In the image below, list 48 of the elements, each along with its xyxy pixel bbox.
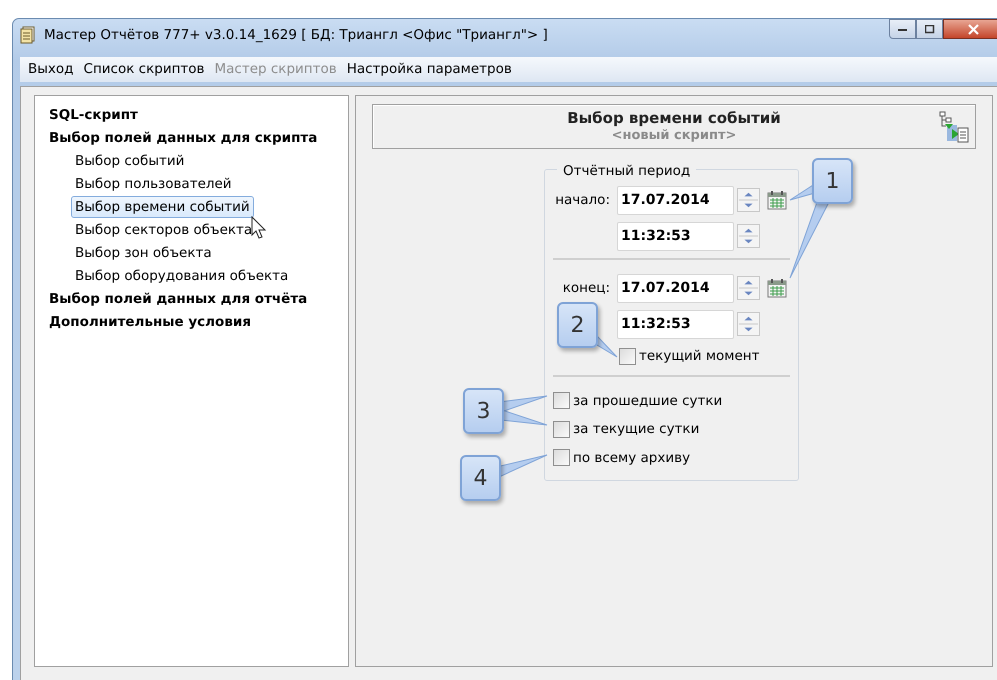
spin-buttons[interactable] — [737, 188, 760, 212]
header-subtitle: <новый скрипт> — [610, 127, 738, 144]
callout: 2 — [557, 302, 598, 348]
cursor-icon — [251, 216, 269, 240]
spin-buttons[interactable] — [737, 276, 760, 300]
time-field[interactable]: 11:32:53 — [617, 222, 734, 250]
maximize-icon — [924, 24, 934, 34]
tree-item[interactable]: Выбор зон объекта — [75, 245, 212, 261]
calendar-icon[interactable] — [767, 278, 787, 298]
window-title: Мастер Отчётов 777+ v3.0.14_1629 [ БД: Триангл <Офис "Триангл"> ] — [44, 26, 548, 45]
calendar-icon[interactable] — [767, 190, 787, 210]
tree-item[interactable]: SQL-скрипт — [49, 107, 138, 123]
checkbox-label: текущий момент — [639, 347, 760, 366]
callout: 1 — [812, 158, 853, 204]
tree-item[interactable]: Дополнительные условия — [49, 314, 252, 330]
tree-item[interactable]: Выбор полей данных для отчёта — [49, 291, 308, 307]
menu-item[interactable]: Список скриптов — [84, 59, 214, 80]
minimize-icon — [898, 26, 908, 32]
checkbox[interactable] — [553, 392, 570, 410]
date-label: начало: — [554, 190, 611, 210]
tree-item[interactable]: Выбор событий — [75, 153, 184, 169]
tree-item[interactable]: Выбор пользователей — [75, 176, 232, 192]
checkbox[interactable] — [553, 420, 570, 438]
close-icon — [968, 24, 978, 34]
time-field[interactable]: 11:32:53 — [617, 310, 734, 338]
checkbox-label: по всему архиву — [573, 448, 690, 468]
callout: 3 — [463, 388, 504, 434]
tree-item[interactable]: Выбор полей данных для скрипта — [49, 130, 318, 146]
spin-buttons[interactable] — [737, 312, 760, 336]
date-label: конец: — [562, 278, 611, 298]
tree-item[interactable]: Выбор секторов объекта — [75, 222, 252, 238]
checkbox-label: за текущие сутки — [573, 420, 700, 440]
spin-buttons[interactable] — [737, 224, 760, 248]
close-button[interactable] — [943, 19, 997, 39]
checkbox-label: за прошедшие сутки — [573, 392, 722, 411]
date-field[interactable]: 17.07.2014 — [617, 274, 734, 302]
header-title: Выбор времени событий — [566, 109, 782, 127]
date-field[interactable]: 17.07.2014 — [617, 186, 734, 214]
callout: 4 — [460, 455, 501, 501]
menu-item[interactable]: Настройка параметров — [346, 59, 522, 80]
tree-item[interactable]: Выбор оборудования объекта — [75, 268, 288, 284]
checkbox[interactable] — [619, 348, 636, 365]
minimize-button[interactable] — [889, 19, 916, 39]
maximize-button[interactable] — [916, 19, 943, 39]
checkbox[interactable] — [553, 449, 570, 466]
menu-item[interactable]: Выход — [28, 59, 84, 80]
flowchart-icon — [939, 111, 969, 143]
tree-item[interactable]: Выбор времени событий — [71, 196, 254, 218]
